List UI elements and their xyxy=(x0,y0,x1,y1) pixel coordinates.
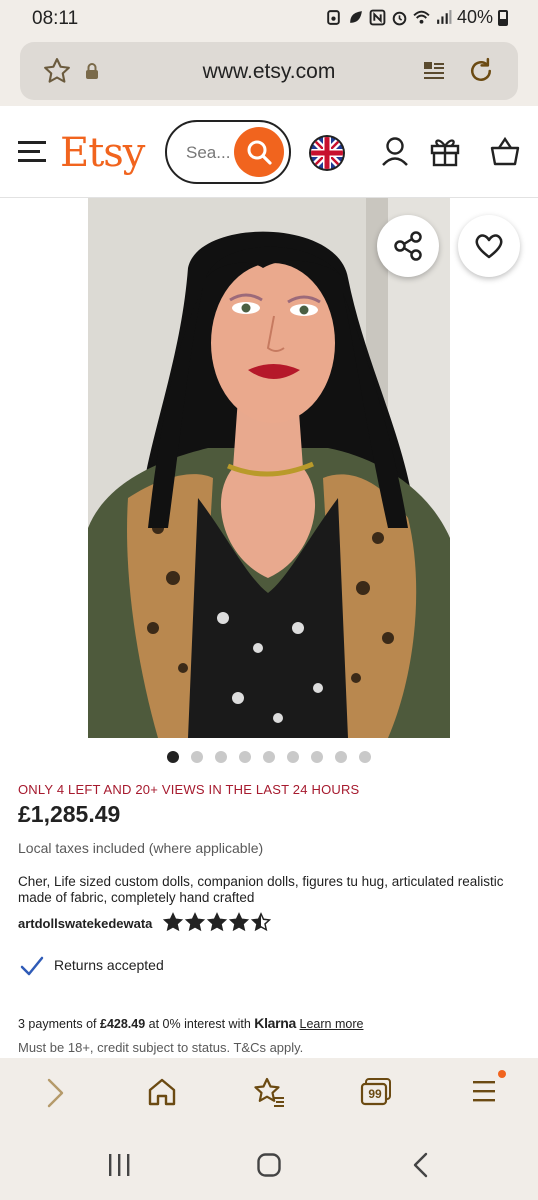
share-icon xyxy=(394,231,422,261)
carousel-dot[interactable] xyxy=(335,751,347,763)
carousel-dot[interactable] xyxy=(263,751,275,763)
home-nav-icon[interactable] xyxy=(256,1152,282,1178)
credit-legal-note: Must be 18+, credit subject to status. T… xyxy=(18,1040,304,1055)
more-icon[interactable] xyxy=(472,1078,498,1104)
address-bar[interactable]: www.etsy.com xyxy=(20,42,518,100)
leaf-icon xyxy=(350,11,362,23)
search-placeholder: Sea... xyxy=(186,143,231,162)
home-icon[interactable] xyxy=(146,1076,178,1108)
forward-icon[interactable] xyxy=(42,1076,68,1110)
klarna-prefix: 3 payments of xyxy=(18,1017,100,1031)
carousel-dot[interactable] xyxy=(215,751,227,763)
tabs-button[interactable]: 99 xyxy=(360,1078,392,1106)
star-rating-icon xyxy=(163,912,183,932)
cart-icon[interactable] xyxy=(488,134,522,168)
carousel-dot[interactable] xyxy=(287,751,299,763)
product-photo xyxy=(88,198,450,738)
etsy-logo[interactable]: Etsy xyxy=(60,130,145,176)
klarna-offer: 3 payments of £428.49 at 0% interest wit… xyxy=(18,1015,363,1031)
status-time: 08:11 xyxy=(32,8,79,29)
carousel-dot[interactable] xyxy=(239,751,251,763)
share-button[interactable] xyxy=(377,215,439,277)
reader-icon[interactable] xyxy=(422,59,446,83)
battery-percent: 40% xyxy=(456,7,493,27)
menu-icon[interactable] xyxy=(18,140,48,164)
reload-icon[interactable] xyxy=(466,56,496,86)
star-rating-icon xyxy=(185,912,205,932)
alarm-icon xyxy=(392,11,407,26)
scarcity-message: ONLY 4 LEFT AND 20+ VIEWS IN THE LAST 24… xyxy=(18,782,360,797)
product-title: Cher, Life sized custom dolls, companion… xyxy=(18,874,504,905)
klarna-middle: at 0% interest with xyxy=(145,1017,255,1031)
favorite-button[interactable] xyxy=(458,215,520,277)
star-rating-icon xyxy=(207,912,227,932)
product-price: £1,285.49 xyxy=(18,801,121,827)
uk-flag-icon[interactable] xyxy=(308,134,346,172)
carousel-dots[interactable] xyxy=(167,751,371,763)
search-button[interactable] xyxy=(234,127,284,177)
system-nav-bar xyxy=(0,1128,538,1200)
status-bar: 08:11 40% xyxy=(0,0,538,36)
carousel-dot[interactable] xyxy=(311,751,323,763)
klarna-learn-more-link[interactable]: Learn more xyxy=(300,1017,364,1031)
status-icons: 40% xyxy=(325,7,508,28)
notification-icon xyxy=(327,10,340,25)
recents-icon[interactable] xyxy=(106,1152,132,1178)
bookmarks-icon[interactable] xyxy=(252,1076,286,1108)
rating-stars[interactable] xyxy=(163,912,271,932)
tax-note: Local taxes included (where applicable) xyxy=(18,840,264,856)
search-input[interactable]: Sea... xyxy=(165,120,291,184)
seller-name[interactable]: artdollswatekedewata xyxy=(18,916,152,931)
wifi-icon xyxy=(413,10,430,24)
heart-icon xyxy=(475,234,503,259)
search-icon xyxy=(247,140,272,165)
returns-policy: Returns accepted xyxy=(54,957,164,973)
account-icon[interactable] xyxy=(378,134,412,168)
nfc-icon xyxy=(369,9,386,26)
product-image[interactable] xyxy=(88,198,450,738)
battery-icon xyxy=(498,9,508,26)
signal-icon xyxy=(437,10,452,24)
star-rating-icon xyxy=(229,912,249,932)
gift-icon[interactable] xyxy=(428,134,462,168)
klarna-amount: £428.49 xyxy=(100,1017,146,1031)
check-icon xyxy=(20,956,44,976)
browser-bottom-bar: 99 xyxy=(0,1058,538,1128)
tabs-count: 99 xyxy=(368,1087,382,1101)
star-rating-icon xyxy=(251,912,271,932)
klarna-logo: Klarna xyxy=(254,1015,297,1031)
back-nav-icon[interactable] xyxy=(408,1152,434,1178)
browser-toolbar: www.etsy.com xyxy=(0,36,538,106)
carousel-dot[interactable] xyxy=(167,751,179,763)
carousel-dot[interactable] xyxy=(191,751,203,763)
menu-notification-dot xyxy=(498,1070,506,1078)
carousel-dot[interactable] xyxy=(359,751,371,763)
